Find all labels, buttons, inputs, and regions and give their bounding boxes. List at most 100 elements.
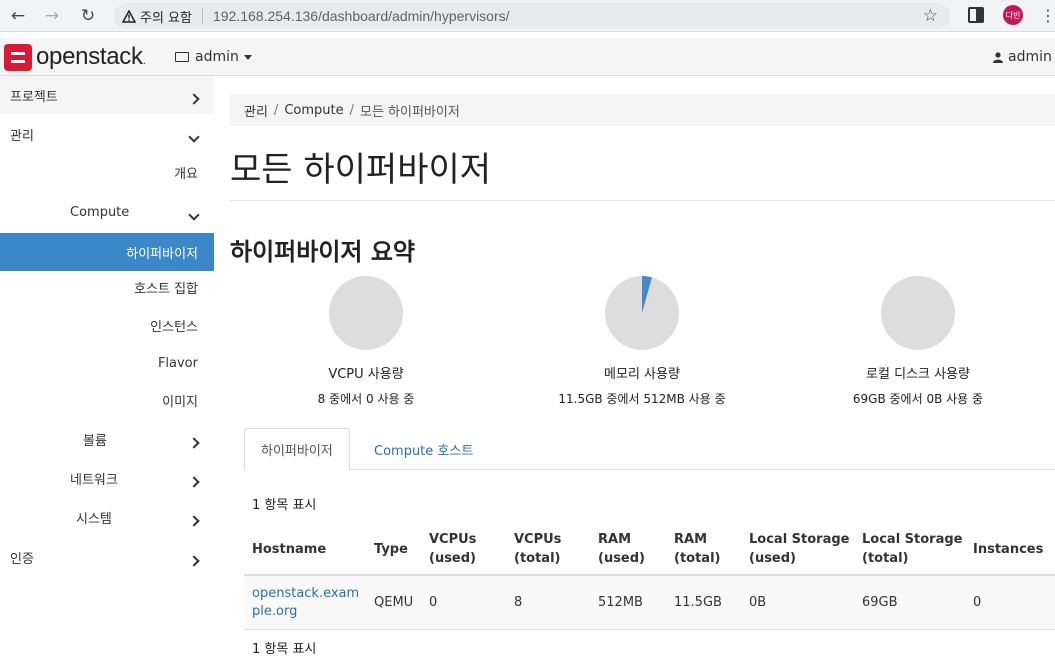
usage-label: 로컬 디스크 사용량 bbox=[866, 367, 970, 382]
sidebar: 프로젝트 관리 개요 Compute 하이퍼바이저 호스트 집합 인스턴스 Fl… bbox=[0, 76, 214, 660]
breadcrumb-item[interactable]: 관리 bbox=[244, 101, 268, 120]
disk-usage-chart: 로컬 디스크 사용량 69GB 중에서 0B 사용 중 bbox=[798, 275, 1038, 407]
back-icon[interactable]: ← bbox=[0, 0, 36, 32]
url-text[interactable]: 192.168.254.136/dashboard/admin/hypervis… bbox=[213, 8, 510, 24]
sidebar-item-identity[interactable]: 인증 bbox=[0, 538, 214, 576]
chevron-right-icon bbox=[188, 435, 200, 451]
table-cell: QEMU bbox=[374, 595, 414, 610]
profile-avatar[interactable]: 다빈 bbox=[1003, 5, 1023, 25]
tab-bar: 하이퍼바이저 Compute 호스트 bbox=[244, 428, 1055, 471]
column-header-ram-used[interactable]: RAM (used) bbox=[598, 522, 645, 576]
sidebar-item-label: 네트워크 bbox=[70, 472, 118, 488]
sidebar-item-network[interactable]: 네트워크 bbox=[0, 459, 214, 497]
sidebar-item-instances[interactable]: 인스턴스 bbox=[0, 306, 214, 344]
sidebar-item-images[interactable]: 이미지 bbox=[0, 381, 214, 419]
sidebar-item-project[interactable]: 프로젝트 bbox=[0, 76, 214, 114]
sidebar-item-host-aggregates[interactable]: 호스트 집합 bbox=[0, 268, 214, 306]
breadcrumb-separator: / bbox=[349, 102, 354, 118]
sidebar-item-label: 볼륨 bbox=[83, 433, 107, 449]
column-header-instances[interactable]: Instances bbox=[973, 522, 1043, 576]
user-label: admin bbox=[1008, 49, 1052, 65]
memory-pie bbox=[605, 276, 679, 350]
table-row: openstack.example.org QEMU 0 8 512MB 11.… bbox=[244, 576, 1055, 630]
sidebar-item-label: 프로젝트 bbox=[10, 89, 58, 105]
logo-suffix: . bbox=[142, 55, 146, 67]
browser-toolbar: ← → ↻ 주의 요함 192.168.254.136/dashboard/ad… bbox=[0, 0, 1055, 32]
sidebar-item-label: 인증 bbox=[10, 551, 34, 567]
disk-pie bbox=[881, 276, 955, 350]
table-cell: 0 bbox=[973, 595, 982, 610]
forward-icon[interactable]: → bbox=[34, 0, 70, 32]
logo-text: openstack bbox=[36, 43, 143, 70]
column-header-vcpus-used[interactable]: VCPUs (used) bbox=[429, 522, 476, 576]
vcpu-pie bbox=[329, 276, 403, 350]
pie-background bbox=[881, 276, 955, 350]
sidebar-item-label: 개요 bbox=[174, 166, 198, 182]
sidebar-item-label: Flavor bbox=[157, 355, 198, 371]
column-header-storage-total[interactable]: Local Storage (total) bbox=[862, 522, 963, 576]
column-header-storage-used[interactable]: Local Storage (used) bbox=[749, 522, 850, 576]
sidebar-item-label: 인스턴스 bbox=[150, 319, 198, 335]
column-header-hostname[interactable]: Hostname bbox=[252, 522, 326, 576]
sidebar-item-system[interactable]: 시스템 bbox=[0, 498, 214, 536]
pie-background bbox=[329, 276, 403, 350]
table-cell: 69GB bbox=[862, 595, 898, 610]
column-header-type[interactable]: Type bbox=[374, 522, 408, 576]
table-cell: 11.5GB bbox=[674, 595, 722, 610]
usage-value: 11.5GB 중에서 512MB 사용 중 bbox=[558, 392, 726, 406]
page-title: 모든 하이퍼바이저 bbox=[230, 150, 492, 190]
chevron-down-icon bbox=[188, 129, 200, 145]
user-dropdown[interactable]: admin bbox=[993, 49, 1055, 65]
reload-icon[interactable]: ↻ bbox=[70, 0, 106, 32]
table-cell: 8 bbox=[514, 595, 523, 610]
usage-value: 8 중에서 0 사용 중 bbox=[317, 392, 415, 406]
address-bar[interactable]: 주의 요함 192.168.254.136/dashboard/admin/hy… bbox=[114, 3, 950, 29]
breadcrumb-separator: / bbox=[273, 102, 279, 118]
sidebar-item-label: 호스트 집합 bbox=[134, 281, 198, 297]
table-cell: 512MB bbox=[598, 595, 643, 610]
openstack-logo-icon bbox=[4, 43, 32, 71]
sidebar-item-label: Compute bbox=[70, 204, 130, 220]
hostname-link[interactable]: openstack.example.org bbox=[252, 576, 364, 630]
usage-label: 메모리 사용량 bbox=[604, 367, 680, 382]
chevron-right-icon bbox=[188, 513, 200, 529]
chevron-right-icon bbox=[188, 474, 200, 490]
project-label: admin bbox=[195, 49, 239, 65]
item-count: 1 항목 표시 bbox=[252, 498, 317, 513]
sidebar-item-label: 시스템 bbox=[76, 511, 112, 527]
chevron-down-icon bbox=[188, 207, 200, 223]
project-dropdown[interactable]: admin bbox=[175, 49, 252, 65]
tab-hypervisors[interactable]: 하이퍼바이저 bbox=[244, 428, 350, 471]
column-header-ram-total[interactable]: RAM (total) bbox=[674, 522, 720, 576]
side-panel-icon[interactable] bbox=[968, 7, 984, 23]
top-navbar: openstack. admin admin bbox=[0, 38, 1055, 76]
security-warning[interactable]: 주의 요함 bbox=[114, 7, 192, 26]
main-content: 관리 / Compute / 모든 하이퍼바이저 모든 하이퍼바이저 하이퍼바이… bbox=[230, 76, 1055, 660]
sidebar-item-flavors[interactable]: Flavor bbox=[0, 344, 214, 382]
tab-compute-hosts[interactable]: Compute 호스트 bbox=[358, 428, 489, 470]
table-cell: 0 bbox=[429, 595, 438, 610]
sidebar-item-admin[interactable]: 관리 bbox=[0, 115, 214, 153]
sidebar-item-hypervisors[interactable]: 하이퍼바이저 bbox=[0, 233, 214, 271]
memory-usage-chart: 메모리 사용량 11.5GB 중에서 512MB 사용 중 bbox=[522, 275, 762, 407]
openstack-logo[interactable]: openstack. bbox=[4, 43, 146, 71]
star-icon[interactable]: ☆ bbox=[923, 6, 938, 26]
chevron-right-icon bbox=[188, 553, 200, 569]
kebab-menu-icon[interactable]: ⋮ bbox=[1040, 6, 1055, 25]
sidebar-item-volumes[interactable]: 볼륨 bbox=[0, 420, 214, 458]
url-divider bbox=[201, 8, 203, 24]
chevron-right-icon bbox=[188, 91, 200, 107]
breadcrumb-item[interactable]: Compute bbox=[284, 103, 343, 118]
sidebar-item-overview[interactable]: 개요 bbox=[0, 153, 214, 191]
usage-value: 69GB 중에서 0B 사용 중 bbox=[852, 392, 984, 406]
sidebar-item-compute[interactable]: Compute bbox=[0, 193, 214, 231]
summary-title: 하이퍼바이저 요약 bbox=[230, 238, 415, 266]
warning-icon bbox=[122, 9, 136, 23]
column-header-vcpus-total[interactable]: VCPUs (total) bbox=[514, 522, 561, 576]
vcpu-usage-chart: VCPU 사용량 8 중에서 0 사용 중 bbox=[246, 275, 486, 407]
caret-down-icon bbox=[243, 54, 252, 60]
item-count-footer: 1 항목 표시 bbox=[252, 642, 317, 657]
sidebar-item-label: 이미지 bbox=[162, 394, 198, 410]
security-warning-label: 주의 요함 bbox=[140, 10, 192, 26]
user-icon bbox=[993, 51, 1003, 63]
